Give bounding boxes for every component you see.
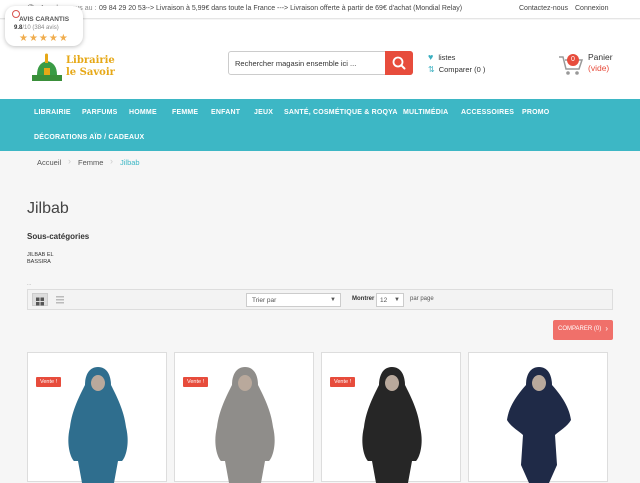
review-score: 9.8/10 (384 avis)	[14, 25, 59, 31]
product-card[interactable]: Vente !	[27, 352, 167, 483]
nav-item-accessoires[interactable]: ACCESSOIRES	[461, 109, 514, 116]
nav-item-femme[interactable]: FEMME	[172, 109, 198, 116]
product-image[interactable]	[499, 365, 579, 483]
login-link[interactable]: Connexion	[575, 5, 608, 12]
contact-link[interactable]: Contactez-nous	[519, 5, 568, 12]
page-title: Jilbab	[27, 200, 69, 217]
cart-count-badge: 0	[567, 54, 579, 66]
header: Librairie le Savoir ♥listes ⇅Comparer (0…	[0, 20, 640, 99]
product-card[interactable]: Vente !	[174, 352, 314, 483]
per-page-select[interactable]: 12 ▼	[376, 293, 404, 307]
grid-view-button[interactable]	[32, 293, 48, 306]
sort-select[interactable]: Trier par ▼	[246, 293, 341, 307]
breadcrumb-separator-icon: ›	[68, 156, 71, 166]
mosque-logo-icon	[32, 53, 62, 81]
show-label: Montrer	[352, 296, 375, 302]
nav-item-decorations[interactable]: DÉCORATIONS AÏD / CADEAUX	[34, 134, 144, 141]
logo-text: Librairie le Savoir	[66, 55, 115, 78]
wishlist-link[interactable]: ♥ listes	[428, 52, 455, 62]
chevron-down-icon: ▼	[330, 297, 336, 303]
subcategories-heading: Sous-catégories	[27, 232, 90, 241]
product-image[interactable]	[205, 365, 285, 483]
subcategory-link[interactable]: BASSIRA	[27, 259, 54, 266]
subcategory-link[interactable]: JILBAB EL	[27, 252, 54, 259]
breadcrumb-home[interactable]: Accueil	[37, 158, 61, 167]
product-image[interactable]	[58, 365, 138, 483]
breadcrumb-separator-icon: ›	[110, 156, 113, 166]
phone-number[interactable]: 09 84 29 20 53	[99, 5, 146, 12]
shipping-info: ---> Livraison à 5,99€ dans toute la Fra…	[143, 5, 463, 12]
grid-icon	[36, 297, 44, 306]
list-icon	[56, 296, 64, 304]
main-nav: LIBRAIRIE PARFUMS HOMME FEMME ENFANT JEU…	[0, 99, 640, 151]
nav-item-jeux[interactable]: JEUX	[254, 109, 273, 116]
breadcrumb: Accueil › Femme › Jilbab	[27, 151, 613, 173]
review-badge[interactable]: AVIS CARANTIS 9.8/10 (384 avis) ★★★★★	[5, 6, 83, 46]
compare-button[interactable]: COMPARER (0) ›	[553, 320, 613, 340]
breadcrumb-femme[interactable]: Femme	[78, 158, 103, 167]
cart-label: Panier	[588, 52, 613, 62]
cart-status: (vide)	[588, 63, 610, 73]
product-toolbar: Trier par ▼ Montrer 12 ▼ par page	[27, 289, 613, 310]
product-card[interactable]	[468, 352, 608, 483]
nav-item-enfant[interactable]: ENFANT	[211, 109, 240, 116]
list-view-button[interactable]	[52, 293, 68, 306]
compare-link[interactable]: ⇅ Comparer (0 )	[428, 65, 485, 74]
nav-item-librairie[interactable]: LIBRAIRIE	[34, 109, 71, 116]
review-stars: ★★★★★	[19, 33, 69, 44]
search-button[interactable]	[385, 51, 413, 75]
cart[interactable]: 0 Panier (vide)	[558, 51, 628, 81]
nav-item-multimedia[interactable]: MULTIMÉDIA	[403, 109, 448, 116]
product-card[interactable]: Vente !	[321, 352, 461, 483]
per-page-label: par page	[410, 296, 434, 302]
heart-icon: ♥	[428, 52, 434, 62]
review-badge-title: AVIS CARANTIS	[18, 16, 70, 23]
search-input[interactable]	[235, 57, 380, 70]
subcategory-list: JILBAB EL BASSIRA	[27, 252, 54, 266]
search-icon	[392, 56, 406, 70]
nav-item-promo[interactable]: PROMO	[522, 109, 549, 116]
nav-item-sante[interactable]: SANTÉ, COSMÉTIQUE & ROQYA	[284, 109, 398, 116]
site-logo[interactable]: Librairie le Savoir	[28, 47, 118, 87]
small-mark: ...	[27, 281, 32, 287]
chevron-right-icon: ›	[605, 324, 608, 333]
breadcrumb-current: Jilbab	[120, 158, 140, 167]
nav-item-homme[interactable]: HOMME	[129, 109, 157, 116]
top-bar: ✆ Appelez-nous au : 09 84 29 20 53 ---> …	[0, 0, 640, 19]
compare-icon: ⇅	[428, 65, 435, 74]
search-box	[228, 51, 413, 75]
product-image[interactable]	[352, 365, 432, 483]
chevron-down-icon: ▼	[394, 297, 400, 303]
nav-item-parfums[interactable]: PARFUMS	[82, 109, 118, 116]
